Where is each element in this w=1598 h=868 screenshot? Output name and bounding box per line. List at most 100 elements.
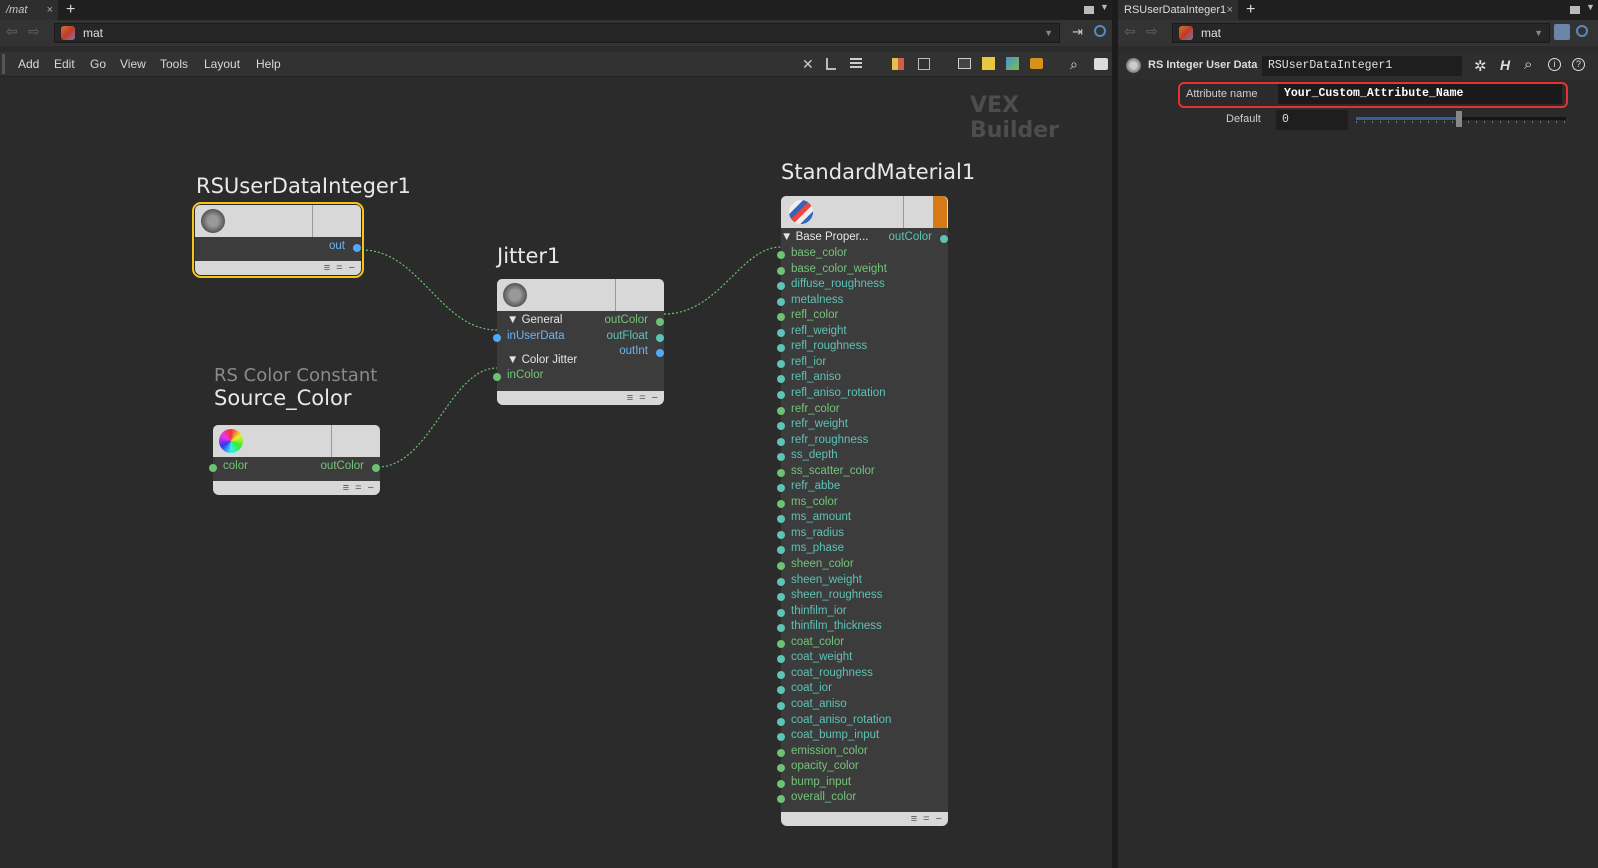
port-thinfilm-thickness-dot[interactable]	[777, 624, 785, 633]
port-ss-depth-dot[interactable]	[777, 453, 785, 462]
port-refl-weight-dot[interactable]	[777, 328, 785, 337]
port-out-dot[interactable]	[353, 244, 361, 252]
port-overall-color-dot[interactable]	[777, 795, 785, 804]
port-bump-input-dot[interactable]	[777, 779, 785, 788]
section-base-properties[interactable]: ▼ Base Proper...	[781, 231, 868, 243]
parameter-tab[interactable]: RSUserDataInteger1 ×	[1118, 0, 1238, 20]
port-outcolor-dot[interactable]	[940, 235, 948, 243]
node-header[interactable]	[497, 279, 664, 311]
grid-color-icon[interactable]	[892, 58, 904, 70]
port-sheen-roughness-dot[interactable]	[777, 593, 785, 602]
link-icon[interactable]	[1094, 25, 1106, 37]
port-color-dot[interactable]	[209, 464, 217, 472]
port-refl-color-dot[interactable]	[777, 313, 785, 322]
port-base-color-dot[interactable]	[777, 251, 785, 259]
slider-handle[interactable]	[1456, 111, 1462, 127]
port-coat-weight-dot[interactable]	[777, 655, 785, 664]
search-icon[interactable]: ⌕	[1524, 56, 1532, 73]
tree-icon[interactable]	[826, 58, 836, 70]
port-incolor-dot[interactable]	[493, 373, 501, 381]
add-tab-icon[interactable]: +	[66, 0, 75, 19]
port-opacity-color-dot[interactable]	[777, 764, 785, 773]
close-icon[interactable]: ×	[47, 0, 53, 20]
node-header[interactable]	[195, 205, 361, 237]
menu-tools[interactable]: Tools	[160, 52, 188, 76]
search-icon[interactable]: ⌕	[1070, 56, 1086, 72]
port-coat-aniso-dot[interactable]	[777, 701, 785, 710]
material-node[interactable]: ▼ Base Proper... outColor base_color base…	[777, 196, 948, 826]
node-name-field[interactable]: RSUserDataInteger1	[1262, 56, 1462, 76]
menu-edit[interactable]: Edit	[54, 52, 75, 76]
link-icon[interactable]	[1576, 25, 1588, 37]
chevron-down-icon[interactable]: ▼	[1586, 2, 1595, 12]
chevron-down-icon[interactable]: ▼	[1100, 2, 1109, 12]
port-refr-abbe-dot[interactable]	[777, 484, 785, 493]
pane-layout-icon[interactable]	[1570, 6, 1580, 14]
default-slider[interactable]	[1356, 111, 1566, 127]
port-outfloat-dot[interactable]	[656, 334, 664, 342]
chevron-down-icon[interactable]: ▼	[1044, 24, 1053, 42]
node-header[interactable]	[781, 196, 948, 228]
port-ss-scatter-color-dot[interactable]	[777, 468, 785, 477]
port-ms-radius-dot[interactable]	[777, 530, 785, 539]
menu-go[interactable]: Go	[90, 52, 106, 76]
forward-arrow-icon[interactable]: ⇨	[28, 23, 40, 40]
attribute-name-field[interactable]: Your_Custom_Attribute_Name	[1278, 84, 1562, 104]
port-inuserdata-dot[interactable]	[493, 334, 501, 342]
port-metalness-dot[interactable]	[777, 297, 785, 306]
port-outint-dot[interactable]	[656, 349, 664, 357]
pane-layout-icon[interactable]	[1084, 6, 1094, 14]
pin-icon[interactable]: ⇥	[1072, 24, 1083, 40]
port-base-color-weight-dot[interactable]	[777, 266, 785, 275]
chevron-down-icon[interactable]: ▼	[1534, 24, 1543, 42]
grid-icon[interactable]	[918, 58, 930, 70]
port-coat-color-dot[interactable]	[777, 639, 785, 648]
network-tab[interactable]: /mat ×	[0, 0, 58, 20]
port-refr-color-dot[interactable]	[777, 406, 785, 415]
menu-view[interactable]: View	[120, 52, 146, 76]
back-arrow-icon[interactable]: ⇦	[1124, 23, 1136, 40]
userdata-node[interactable]: out ≡=−	[192, 202, 364, 278]
pin-icon[interactable]	[1554, 24, 1570, 40]
network-canvas[interactable]: VEX Builder RSUserDataInteger1 out ≡=− J…	[0, 78, 1112, 868]
wrench-icon[interactable]: ✕	[802, 56, 818, 72]
settings-gear-icon[interactable]: ✲	[1474, 57, 1487, 75]
port-emission-color-dot[interactable]	[777, 748, 785, 757]
list-icon[interactable]	[850, 58, 862, 70]
question-icon[interactable]: ?	[1572, 58, 1585, 71]
port-coat-bump-input-dot[interactable]	[777, 733, 785, 742]
port-sheen-color-dot[interactable]	[777, 562, 785, 570]
port-thinfilm-ior-dot[interactable]	[777, 608, 785, 617]
section-general[interactable]: ▼ General	[507, 314, 563, 326]
port-refl-aniso-dot[interactable]	[777, 375, 785, 384]
back-arrow-icon[interactable]: ⇦	[6, 23, 18, 40]
image-icon[interactable]	[1006, 57, 1019, 70]
path-field[interactable]: mat ▼	[54, 23, 1060, 43]
port-refl-aniso-rotation-dot[interactable]	[777, 390, 785, 399]
port-outcolor-dot[interactable]	[372, 464, 380, 472]
port-refr-weight-dot[interactable]	[777, 422, 785, 431]
help-h-icon[interactable]: H	[1500, 57, 1510, 73]
port-coat-ior-dot[interactable]	[777, 686, 785, 695]
path-field[interactable]: mat ▼	[1172, 23, 1550, 43]
port-sheen-weight-dot[interactable]	[777, 577, 785, 586]
menu-help[interactable]: Help	[256, 52, 281, 76]
port-ms-color-dot[interactable]	[777, 499, 785, 508]
menu-add[interactable]: Add	[18, 52, 39, 76]
close-icon[interactable]: ×	[1227, 0, 1233, 20]
port-ms-amount-dot[interactable]	[777, 515, 785, 524]
port-coat-roughness-dot[interactable]	[777, 670, 785, 679]
forward-arrow-icon[interactable]: ⇨	[1146, 23, 1158, 40]
port-diffuse-roughness-dot[interactable]	[777, 282, 785, 291]
display-flag[interactable]	[933, 196, 947, 228]
source-node[interactable]: color outColor ≡=−	[209, 425, 380, 495]
section-color-jitter[interactable]: ▼ Color Jitter	[507, 354, 577, 366]
camera-icon[interactable]	[1094, 58, 1108, 70]
port-outcolor-dot[interactable]	[656, 318, 664, 326]
port-ms-phase-dot[interactable]	[777, 546, 785, 555]
port-refl-ior-dot[interactable]	[777, 359, 785, 368]
default-field[interactable]: 0	[1276, 110, 1348, 130]
menu-layout[interactable]: Layout	[204, 52, 240, 76]
info-icon[interactable]: i	[1548, 58, 1561, 71]
jitter-node[interactable]: ▼ General outColor inUserData outFloat o…	[493, 279, 664, 405]
